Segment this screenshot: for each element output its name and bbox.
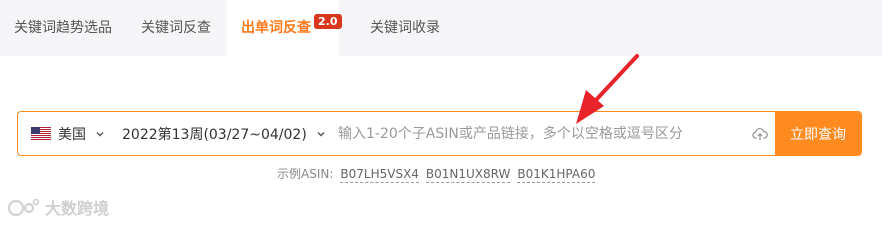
tab-keyword-trend[interactable]: 关键词趋势选品	[14, 0, 112, 56]
chevron-down-icon	[96, 131, 104, 136]
country-label: 美国	[58, 126, 86, 143]
example-label: 示例ASIN:	[277, 167, 334, 181]
country-select[interactable]: 美国	[31, 112, 105, 155]
tab-keyword-reverse[interactable]: 关键词反查	[141, 0, 211, 56]
watermark-text: 大数跨境	[45, 199, 110, 218]
tab-order-keyword-reverse[interactable]: 出单词反查 2.0	[227, 0, 342, 56]
watermark: 大数跨境	[7, 195, 109, 219]
upload-icon[interactable]	[752, 126, 768, 142]
tab-order-keyword-reverse-label: 出单词反查	[241, 20, 311, 36]
asin-input[interactable]	[338, 112, 743, 155]
version-badge: 2.0	[314, 14, 342, 29]
us-flag-icon	[31, 127, 51, 140]
search-bar: 美国 2022第13周(03/27~04/02) 立即查询	[17, 111, 862, 156]
watermark-logo-icon	[8, 198, 40, 216]
example-asins: 示例ASIN: B07LH5VSX4 B01N1UX8RW B01K1HPA60	[277, 165, 596, 183]
week-label: 2022第13周(03/27~04/02)	[122, 126, 307, 143]
tab-bar: 关键词趋势选品 关键词反查 出单词反查 2.0 关键词收录	[0, 0, 882, 56]
example-asin-link[interactable]: B07LH5VSX4	[340, 167, 419, 183]
search-button[interactable]: 立即查询	[775, 112, 861, 155]
example-asin-link[interactable]: B01K1HPA60	[517, 167, 596, 183]
example-asin-link[interactable]: B01N1UX8RW	[425, 167, 511, 183]
chevron-down-icon	[317, 131, 325, 136]
week-select[interactable]: 2022第13周(03/27~04/02)	[122, 112, 326, 155]
tab-keyword-indexing[interactable]: 关键词收录	[370, 0, 440, 56]
